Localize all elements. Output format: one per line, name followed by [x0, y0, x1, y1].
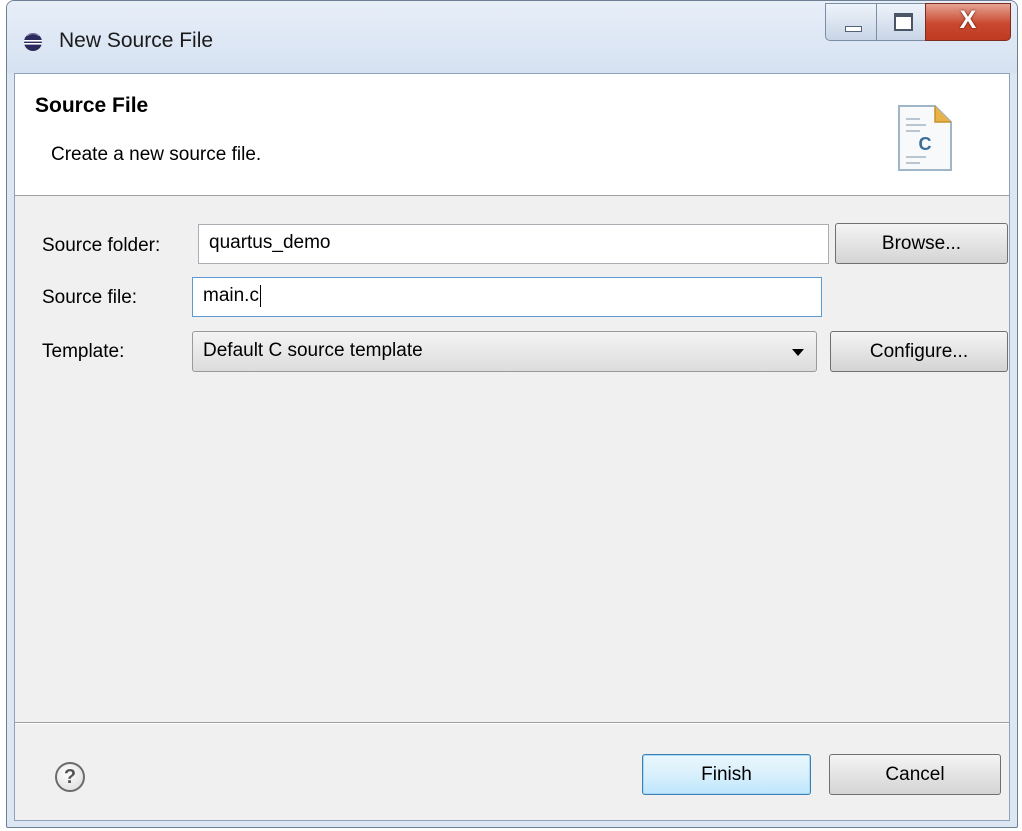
new-source-file-window: New Source File X Source File Create a n… [6, 0, 1018, 828]
template-select[interactable]: Default C source template [192, 331, 817, 372]
window-title: New Source File [59, 29, 214, 52]
finish-button[interactable]: Finish [642, 754, 811, 795]
minimize-button[interactable] [825, 3, 877, 41]
wizard-banner: Source File Create a new source file. C [15, 74, 1009, 196]
configure-button[interactable]: Configure... [830, 331, 1008, 372]
source-file-input[interactable]: main.c [192, 277, 822, 317]
dialog-content: Source File Create a new source file. C … [14, 73, 1010, 821]
close-button[interactable]: X [925, 3, 1011, 41]
text-caret [259, 285, 261, 307]
chevron-down-icon [792, 349, 804, 356]
cancel-button[interactable]: Cancel [829, 754, 1001, 795]
maximize-icon [894, 13, 913, 31]
source-folder-input[interactable]: quartus_demo [198, 224, 829, 264]
source-file-label: Source file: [42, 287, 138, 308]
banner-description: Create a new source file. [51, 144, 262, 165]
browse-button[interactable]: Browse... [835, 223, 1008, 264]
c-source-file-icon: C [898, 105, 952, 171]
button-bar-separator [15, 722, 1009, 723]
minimize-icon [845, 26, 862, 32]
eclipse-app-icon [24, 33, 42, 51]
maximize-button[interactable] [876, 3, 926, 41]
close-icon: X [959, 6, 977, 34]
source-folder-value: quartus_demo [209, 232, 331, 253]
help-icon[interactable]: ? [55, 762, 85, 792]
source-file-value: main.c [203, 285, 259, 307]
c-source-file-icon-letter: C [919, 134, 932, 154]
template-label: Template: [42, 341, 125, 362]
source-folder-label: Source folder: [42, 235, 161, 256]
title-bar[interactable]: New Source File X [7, 1, 1017, 73]
banner-title: Source File [35, 94, 149, 117]
template-select-value: Default C source template [203, 340, 423, 361]
